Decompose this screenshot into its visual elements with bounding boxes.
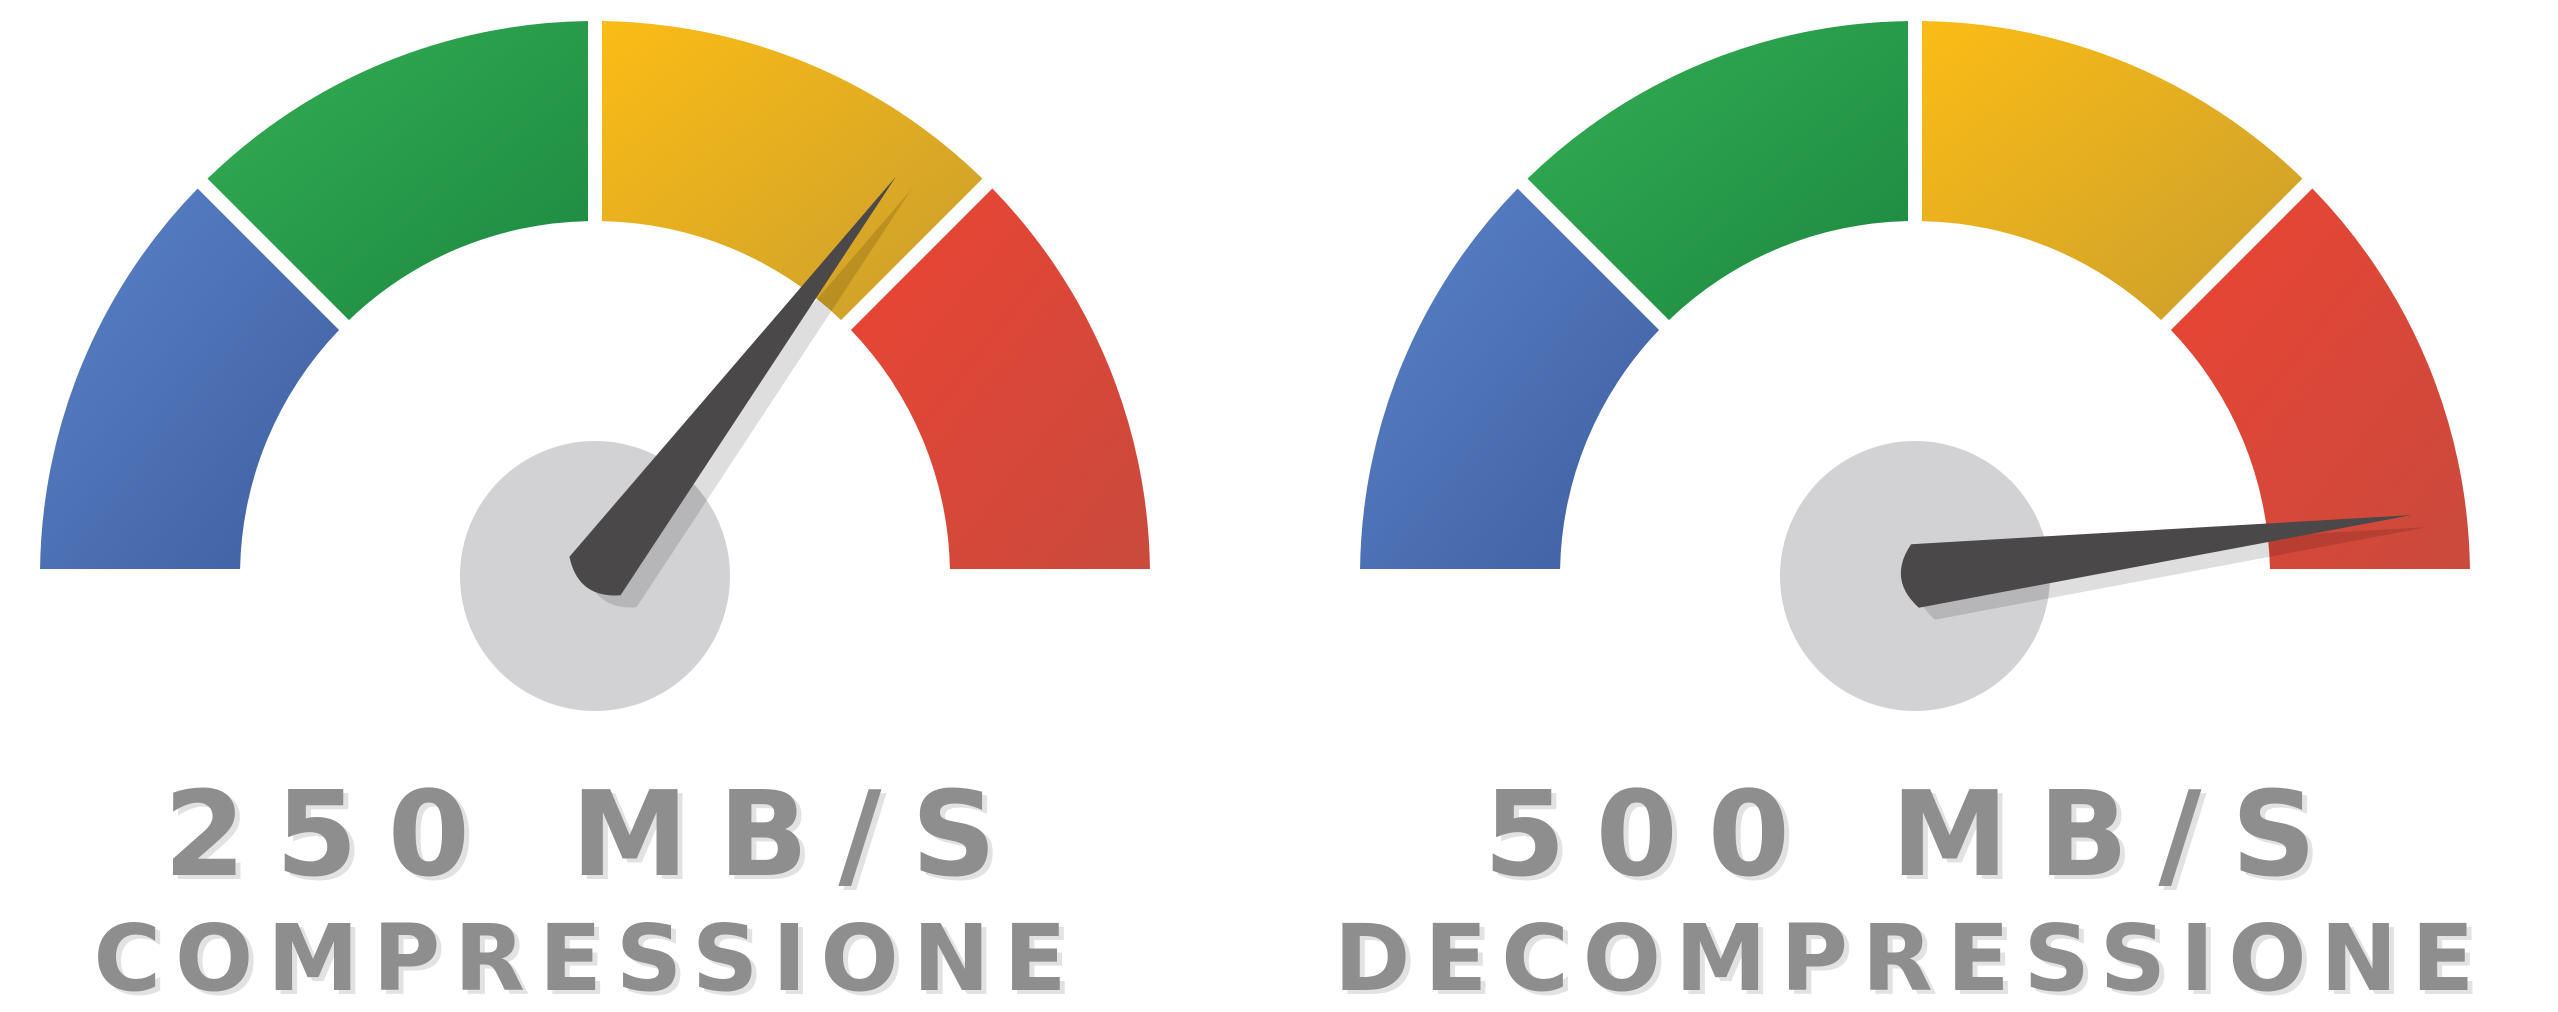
decompression-mode-label: DECOMPRESSIONE	[1334, 905, 2489, 1012]
compression-speed-label: 250 MB/S	[163, 765, 1027, 903]
compression-gauge: 250 MB/S COMPRESSIONE	[0, 0, 1280, 1012]
decompression-gauge: 500 MB/S DECOMPRESSIONE	[1320, 0, 2558, 1012]
decompression-speed-label: 500 MB/S	[1483, 765, 2347, 903]
decompression-speedometer	[1360, 21, 2470, 711]
compression-speedometer	[40, 21, 1150, 711]
compression-mode-label: COMPRESSIONE	[93, 905, 1081, 1012]
